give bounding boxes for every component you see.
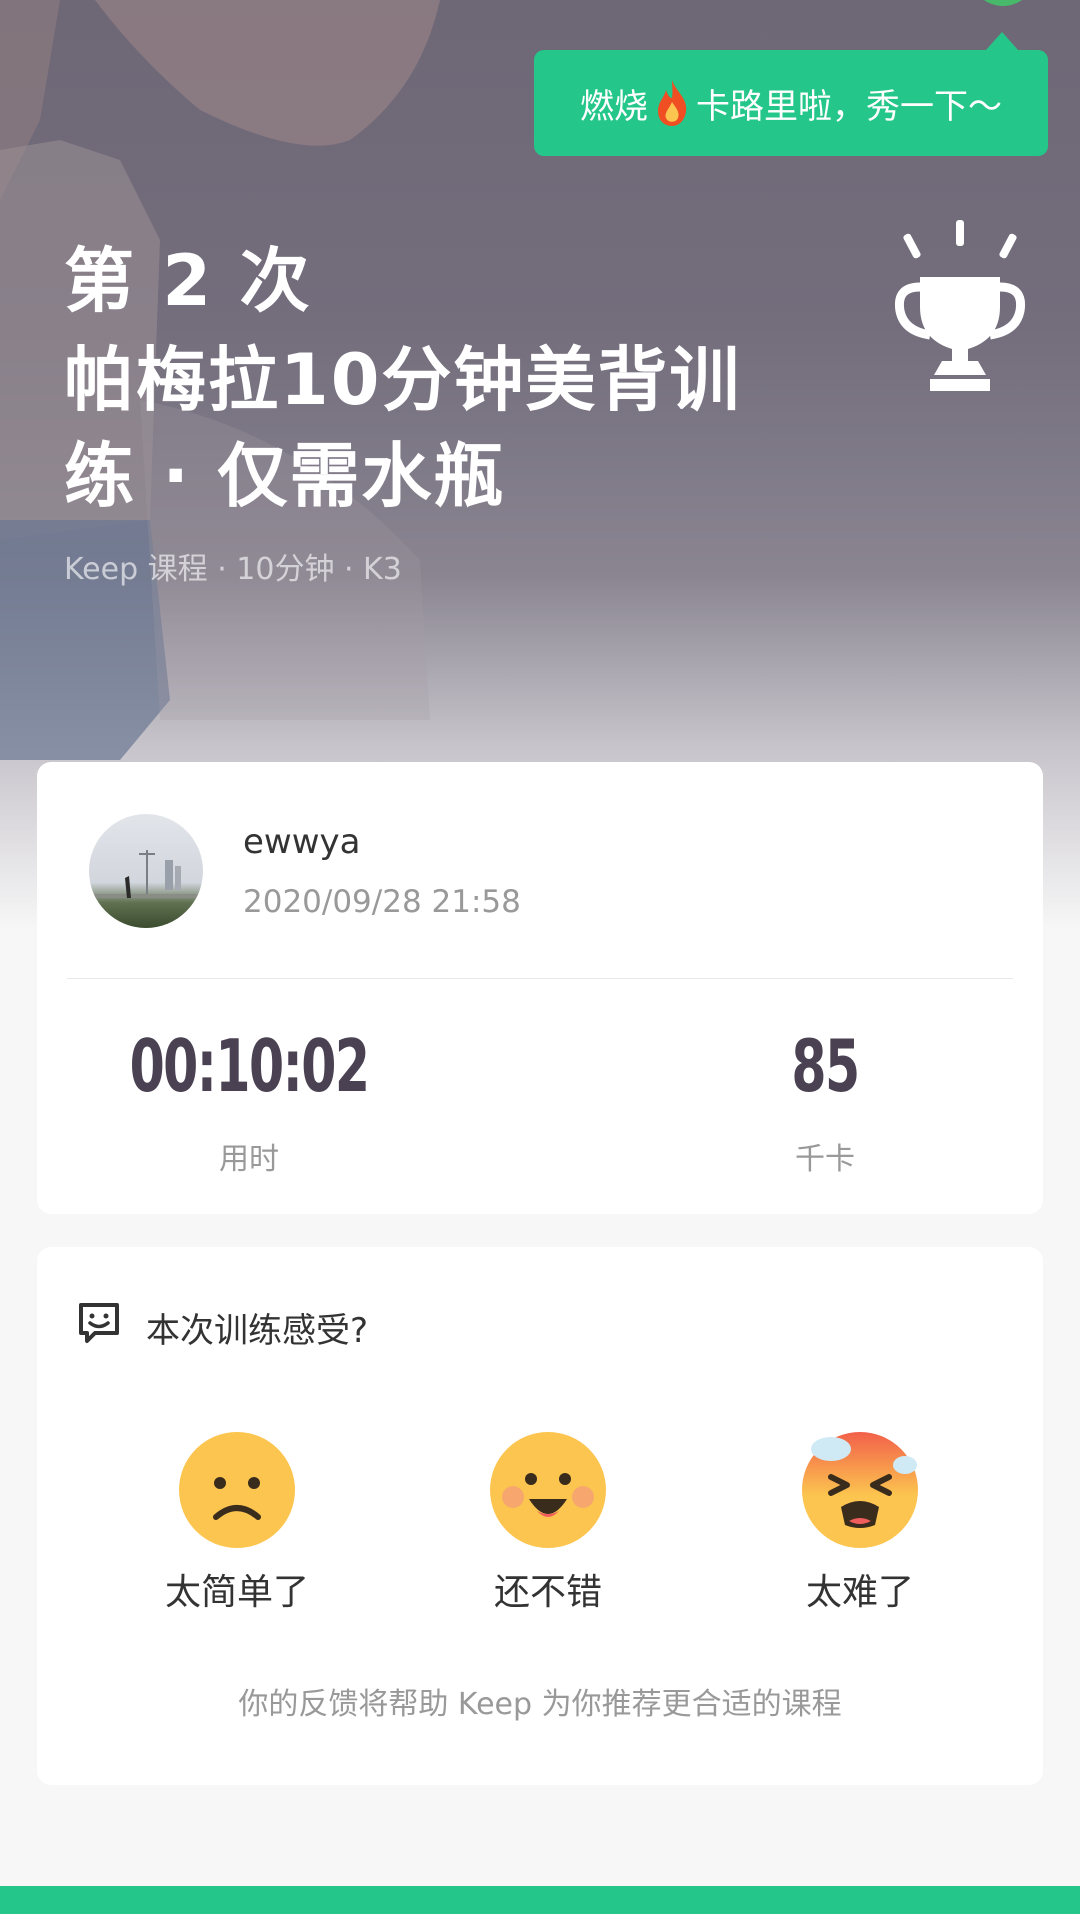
exhausted-emoji-icon — [802, 1432, 918, 1548]
share-text-before: 燃烧 — [580, 86, 648, 127]
duration-value: 00:10:02 — [129, 1024, 370, 1108]
duration-label: 用时 — [219, 1142, 279, 1177]
frown-emoji-icon — [179, 1432, 295, 1548]
feedback-card: 本次训练感受? 太简单了 还不错 太难了 你的反馈将帮助 Keep 为你推荐更合… — [37, 1247, 1043, 1785]
username: ewwya — [243, 822, 361, 862]
option-label: 太简单了 — [164, 1572, 309, 1613]
share-text-after: 卡路里啦，秀一下～ — [696, 86, 1002, 127]
course-meta: Keep 课程 · 10分钟 · K3 — [64, 552, 402, 587]
feedback-option-too-easy[interactable]: 太简单了 — [127, 1431, 347, 1615]
option-label: 太难了 — [805, 1572, 914, 1613]
feedback-option-good[interactable]: 还不错 — [438, 1431, 658, 1615]
option-label: 还不错 — [493, 1572, 602, 1613]
share-tooltip[interactable]: 燃烧 卡路里啦，秀一下～ — [534, 32, 1048, 156]
workout-count: 第 2 次 — [64, 240, 312, 322]
feedback-title: 本次训练感受? — [146, 1311, 369, 1351]
smile-emoji-icon — [490, 1432, 606, 1548]
bottom-action-bar[interactable] — [0, 1886, 1080, 1914]
calories-label: 千卡 — [795, 1142, 855, 1177]
feedback-smile-icon — [79, 1303, 119, 1343]
feedback-option-too-hard[interactable]: 太难了 — [750, 1431, 970, 1615]
workout-summary-card: ewwya 2020/09/28 21:58 00:10:02 用时 85 千卡 — [37, 762, 1043, 1214]
workout-datetime: 2020/09/28 21:58 — [243, 884, 521, 920]
feedback-note: 你的反馈将帮助 Keep 为你推荐更合适的课程 — [238, 1687, 842, 1722]
avatar-photo — [89, 850, 203, 898]
divider — [67, 978, 1013, 979]
avatar[interactable] — [89, 814, 203, 928]
course-title: 帕梅拉10分钟美背训练 · 仅需水瓶 — [64, 339, 742, 517]
flame-icon — [658, 80, 687, 126]
calories-value: 85 — [791, 1024, 860, 1108]
trophy-icon — [894, 220, 1026, 391]
